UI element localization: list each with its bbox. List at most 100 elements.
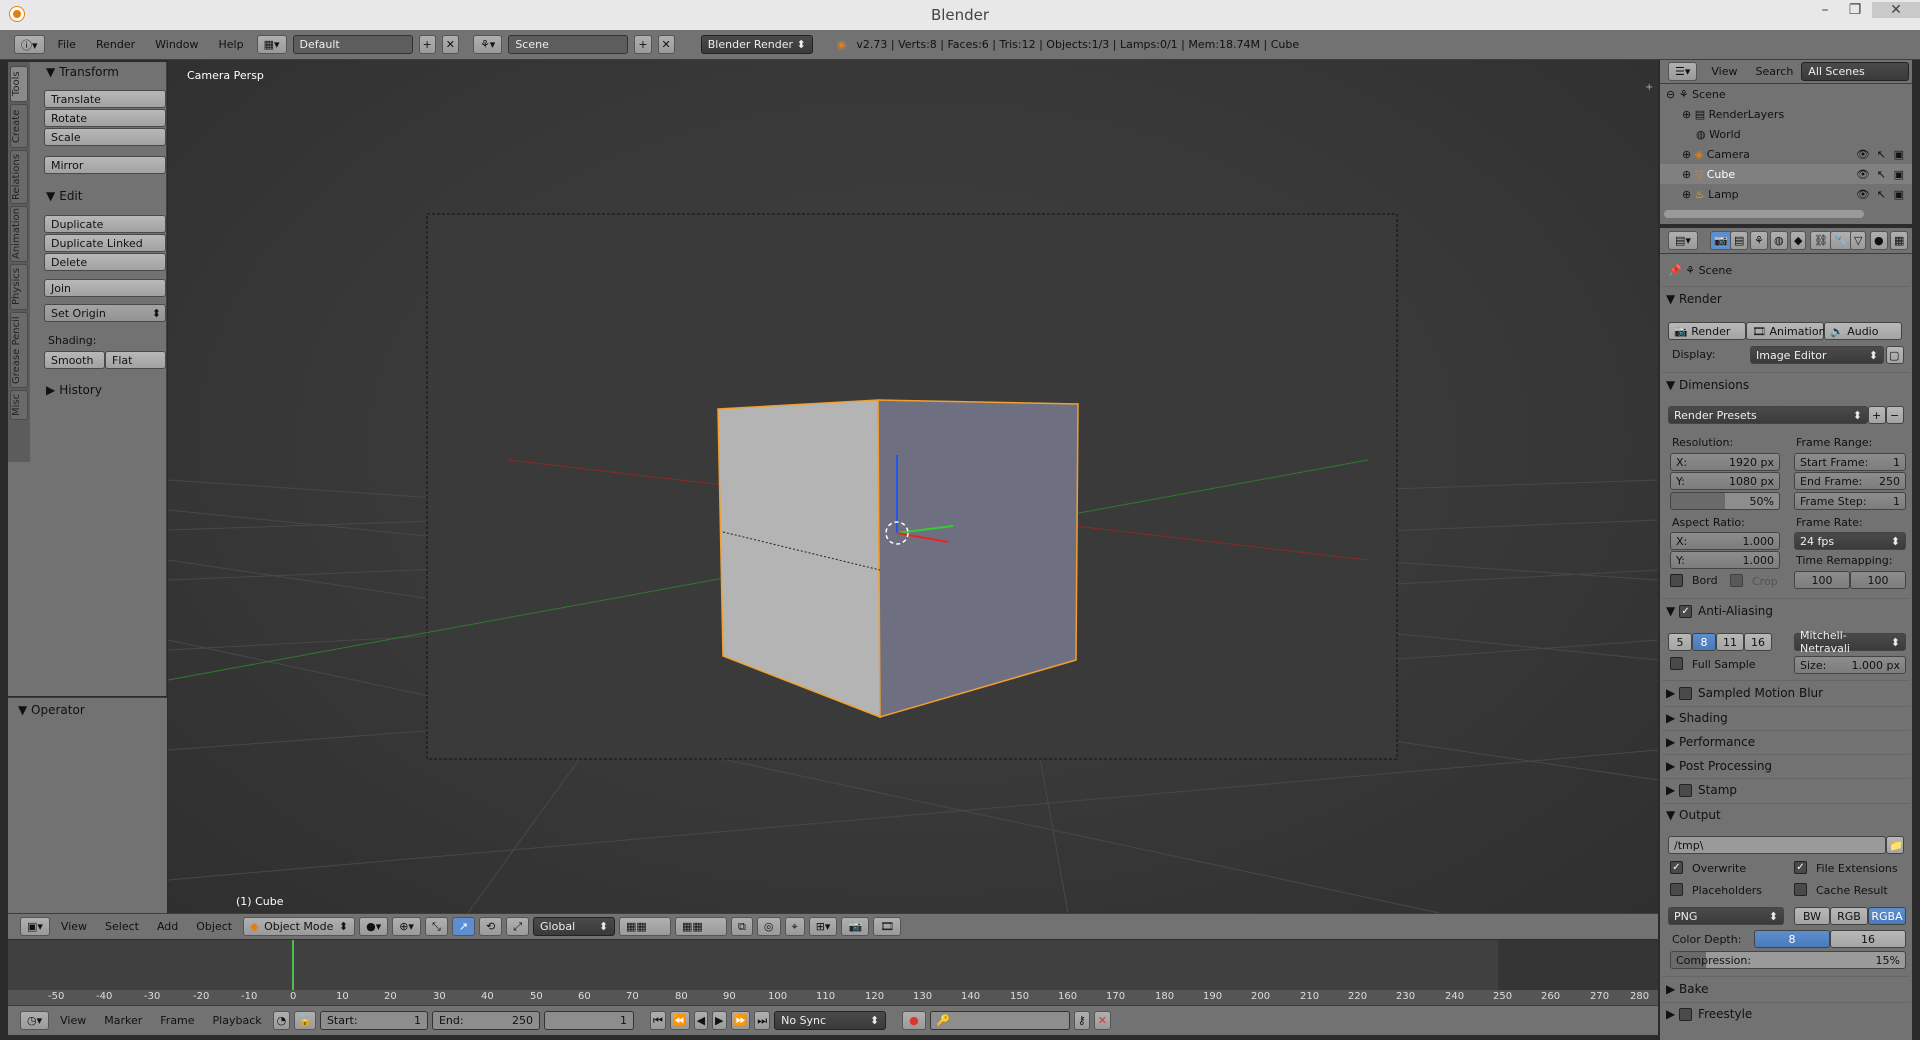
add-screen-icon[interactable]: + [418, 35, 436, 54]
expand-icon[interactable]: ⊕ [1682, 108, 1695, 121]
output-panel-header[interactable]: ▼ Output [1666, 806, 1906, 824]
menu-marker[interactable]: Marker [97, 1014, 149, 1027]
resolution-y-field[interactable]: Y: 1080 px [1670, 472, 1780, 490]
object-tab-icon[interactable]: ◆ [1790, 231, 1807, 250]
scale-manipulator-icon[interactable]: ⤢ [506, 917, 530, 936]
outliner-editor-type-icon[interactable]: ☰▾ [1668, 62, 1698, 81]
menu-file[interactable]: File [51, 38, 83, 51]
play-icon[interactable]: ▶ [712, 1011, 727, 1030]
remap-old-field[interactable]: 100 [1794, 571, 1850, 589]
lock-range-icon[interactable]: 🔒 [294, 1011, 316, 1030]
performance-panel-header[interactable]: ▶ Performance [1666, 733, 1906, 751]
compression-slider[interactable]: Compression: 15% [1670, 951, 1906, 969]
minimize-icon[interactable]: – [1812, 2, 1838, 18]
render-engine-select[interactable]: Blender Render ⬍ [700, 35, 813, 54]
timeline-editor-type-icon[interactable]: ◷▾ [20, 1011, 50, 1030]
post-processing-panel-header[interactable]: ▶ Post Processing [1666, 757, 1906, 775]
proportional-edit-icon[interactable]: ◎ [756, 917, 781, 936]
folder-browse-icon[interactable]: 📁 [1886, 836, 1904, 854]
record-icon[interactable]: ● [902, 1011, 926, 1030]
menu-select[interactable]: Select [98, 920, 146, 933]
delete-button[interactable]: Delete [44, 253, 166, 271]
pivot-icon[interactable]: ⊕▾ [392, 917, 421, 936]
aa-size-field[interactable]: Size: 1.000 px [1794, 656, 1906, 674]
pin-icon[interactable]: 📌 [1668, 264, 1685, 277]
current-frame-field[interactable]: 1 [543, 1011, 634, 1030]
snap-target-icon[interactable]: ⊞▾ [808, 917, 838, 936]
aa-filter-select[interactable]: Mitchell-Netravali ⬍ [1794, 629, 1906, 655]
translate-manipulator-icon[interactable]: ↗ [451, 917, 475, 936]
screen-layout-field[interactable]: Default [292, 35, 413, 54]
visibility-eye-icon[interactable]: 👁 [1856, 188, 1870, 201]
scene-tab-icon[interactable]: ⚘ [1750, 231, 1768, 250]
constraints-tab-icon[interactable]: ⛓ [1810, 231, 1832, 250]
menu-view[interactable]: View [54, 920, 94, 933]
outliner-filter-select[interactable]: All Scenes [1801, 62, 1910, 81]
tab-misc[interactable]: Misc [10, 390, 28, 420]
data-tab-icon[interactable]: ▽ [1850, 231, 1867, 250]
placeholders-checkbox[interactable] [1670, 883, 1683, 896]
insert-keyframe-icon[interactable]: ⚷ [1073, 1011, 1090, 1030]
file-format-select[interactable]: PNG ⬍ [1668, 907, 1784, 925]
orientation-select[interactable]: Global ⬍ [533, 917, 616, 936]
expand-icon[interactable]: ⊕ [1682, 188, 1695, 201]
duplicate-linked-button[interactable]: Duplicate Linked [44, 234, 166, 252]
visibility-eye-icon[interactable]: 👁 [1856, 168, 1870, 181]
delete-keyframe-icon[interactable]: ✕ [1093, 1011, 1111, 1030]
channel-bw-button[interactable]: BW [1794, 907, 1830, 925]
viewport-scene[interactable] [168, 60, 1658, 913]
menu-tl-view[interactable]: View [53, 1014, 93, 1027]
file-extensions-checkbox[interactable]: ✓ [1794, 861, 1807, 874]
render-panel-header[interactable]: ▼ Render [1666, 290, 1906, 308]
flat-button[interactable]: Flat [105, 351, 166, 369]
menu-window[interactable]: Window [148, 38, 205, 51]
outliner-row-scene[interactable]: ⊖ ⚘ Scene [1660, 84, 1912, 104]
play-reverse-icon[interactable]: ◀ [693, 1011, 709, 1030]
render-view-icon[interactable]: 📷 [841, 917, 870, 936]
stamp-panel-header[interactable]: ▶ Stamp [1666, 781, 1906, 799]
history-panel-header[interactable]: ▶ History [38, 380, 166, 400]
start-frame-field[interactable]: Start: 1 [319, 1011, 428, 1030]
outliner-row-camera[interactable]: ⊕ ◈ Camera 👁 ↖ ▣ [1660, 144, 1912, 164]
manipulator-icon[interactable]: ⤡ [424, 917, 448, 936]
mode-select[interactable]: ◆ Object Mode ⬍ [243, 917, 356, 936]
maximize-icon[interactable]: ❐ [1842, 2, 1868, 18]
close-icon[interactable]: ✕ [1872, 2, 1920, 18]
outliner-row-world[interactable]: ◍ World [1660, 124, 1912, 144]
fps-select[interactable]: 24 fps ⬍ [1794, 532, 1906, 550]
full-sample-checkbox[interactable] [1670, 657, 1683, 670]
properties-editor-type-icon[interactable]: ▤▾ [1668, 231, 1698, 250]
remap-new-field[interactable]: 100 [1850, 571, 1906, 589]
duplicate-button[interactable]: Duplicate [44, 215, 166, 233]
menu-object[interactable]: Object [189, 920, 239, 933]
channel-rgb-button[interactable]: RGB [1830, 907, 1868, 925]
jump-end-icon[interactable]: ⏭ [754, 1011, 771, 1030]
motion-blur-checkbox[interactable] [1679, 686, 1693, 700]
bake-panel-header[interactable]: ▶ Bake [1666, 980, 1906, 998]
menu-playback[interactable]: Playback [206, 1014, 269, 1027]
outliner-scrollbar[interactable] [1664, 210, 1864, 218]
smooth-button[interactable]: Smooth [44, 351, 105, 369]
outliner-row-renderlayers[interactable]: ⊕ ▤ RenderLayers [1660, 104, 1912, 124]
editor-type-icon[interactable]: ▣▾ [20, 917, 50, 936]
remove-screen-icon[interactable]: ✕ [441, 35, 459, 54]
visibility-eye-icon[interactable]: 👁 [1856, 148, 1870, 161]
color-depth-8-button[interactable]: 8 [1754, 930, 1830, 948]
cache-result-checkbox[interactable] [1794, 883, 1807, 896]
shading-mode-icon[interactable]: ●▾ [359, 917, 389, 936]
render-presets-select[interactable]: Render Presets ⬍ [1668, 406, 1868, 424]
renderable-camera-icon[interactable]: ▣ [1894, 188, 1904, 201]
resolution-percentage-slider[interactable]: 50% [1670, 492, 1780, 510]
next-key-icon[interactable]: ⏩ [730, 1011, 751, 1030]
output-path-field[interactable]: /tmp\ [1668, 836, 1886, 854]
world-tab-icon[interactable]: ◍ [1770, 231, 1788, 250]
end-frame-field[interactable]: End: 250 [431, 1011, 540, 1030]
selectable-arrow-icon[interactable]: ↖ [1877, 188, 1886, 201]
modifiers-tab-icon[interactable]: 🔧 [1830, 231, 1852, 250]
3d-viewport[interactable]: Camera Persp (1) Cube + [168, 60, 1658, 913]
sync-select[interactable]: No Sync ⬍ [774, 1011, 887, 1030]
render-anim-icon[interactable]: 🎞 [873, 917, 902, 936]
info-editor-type-icon[interactable]: ⓘ▾ [14, 35, 45, 54]
renderable-camera-icon[interactable]: ▣ [1894, 168, 1904, 181]
aa-samples-16[interactable]: 16 [1744, 633, 1772, 651]
